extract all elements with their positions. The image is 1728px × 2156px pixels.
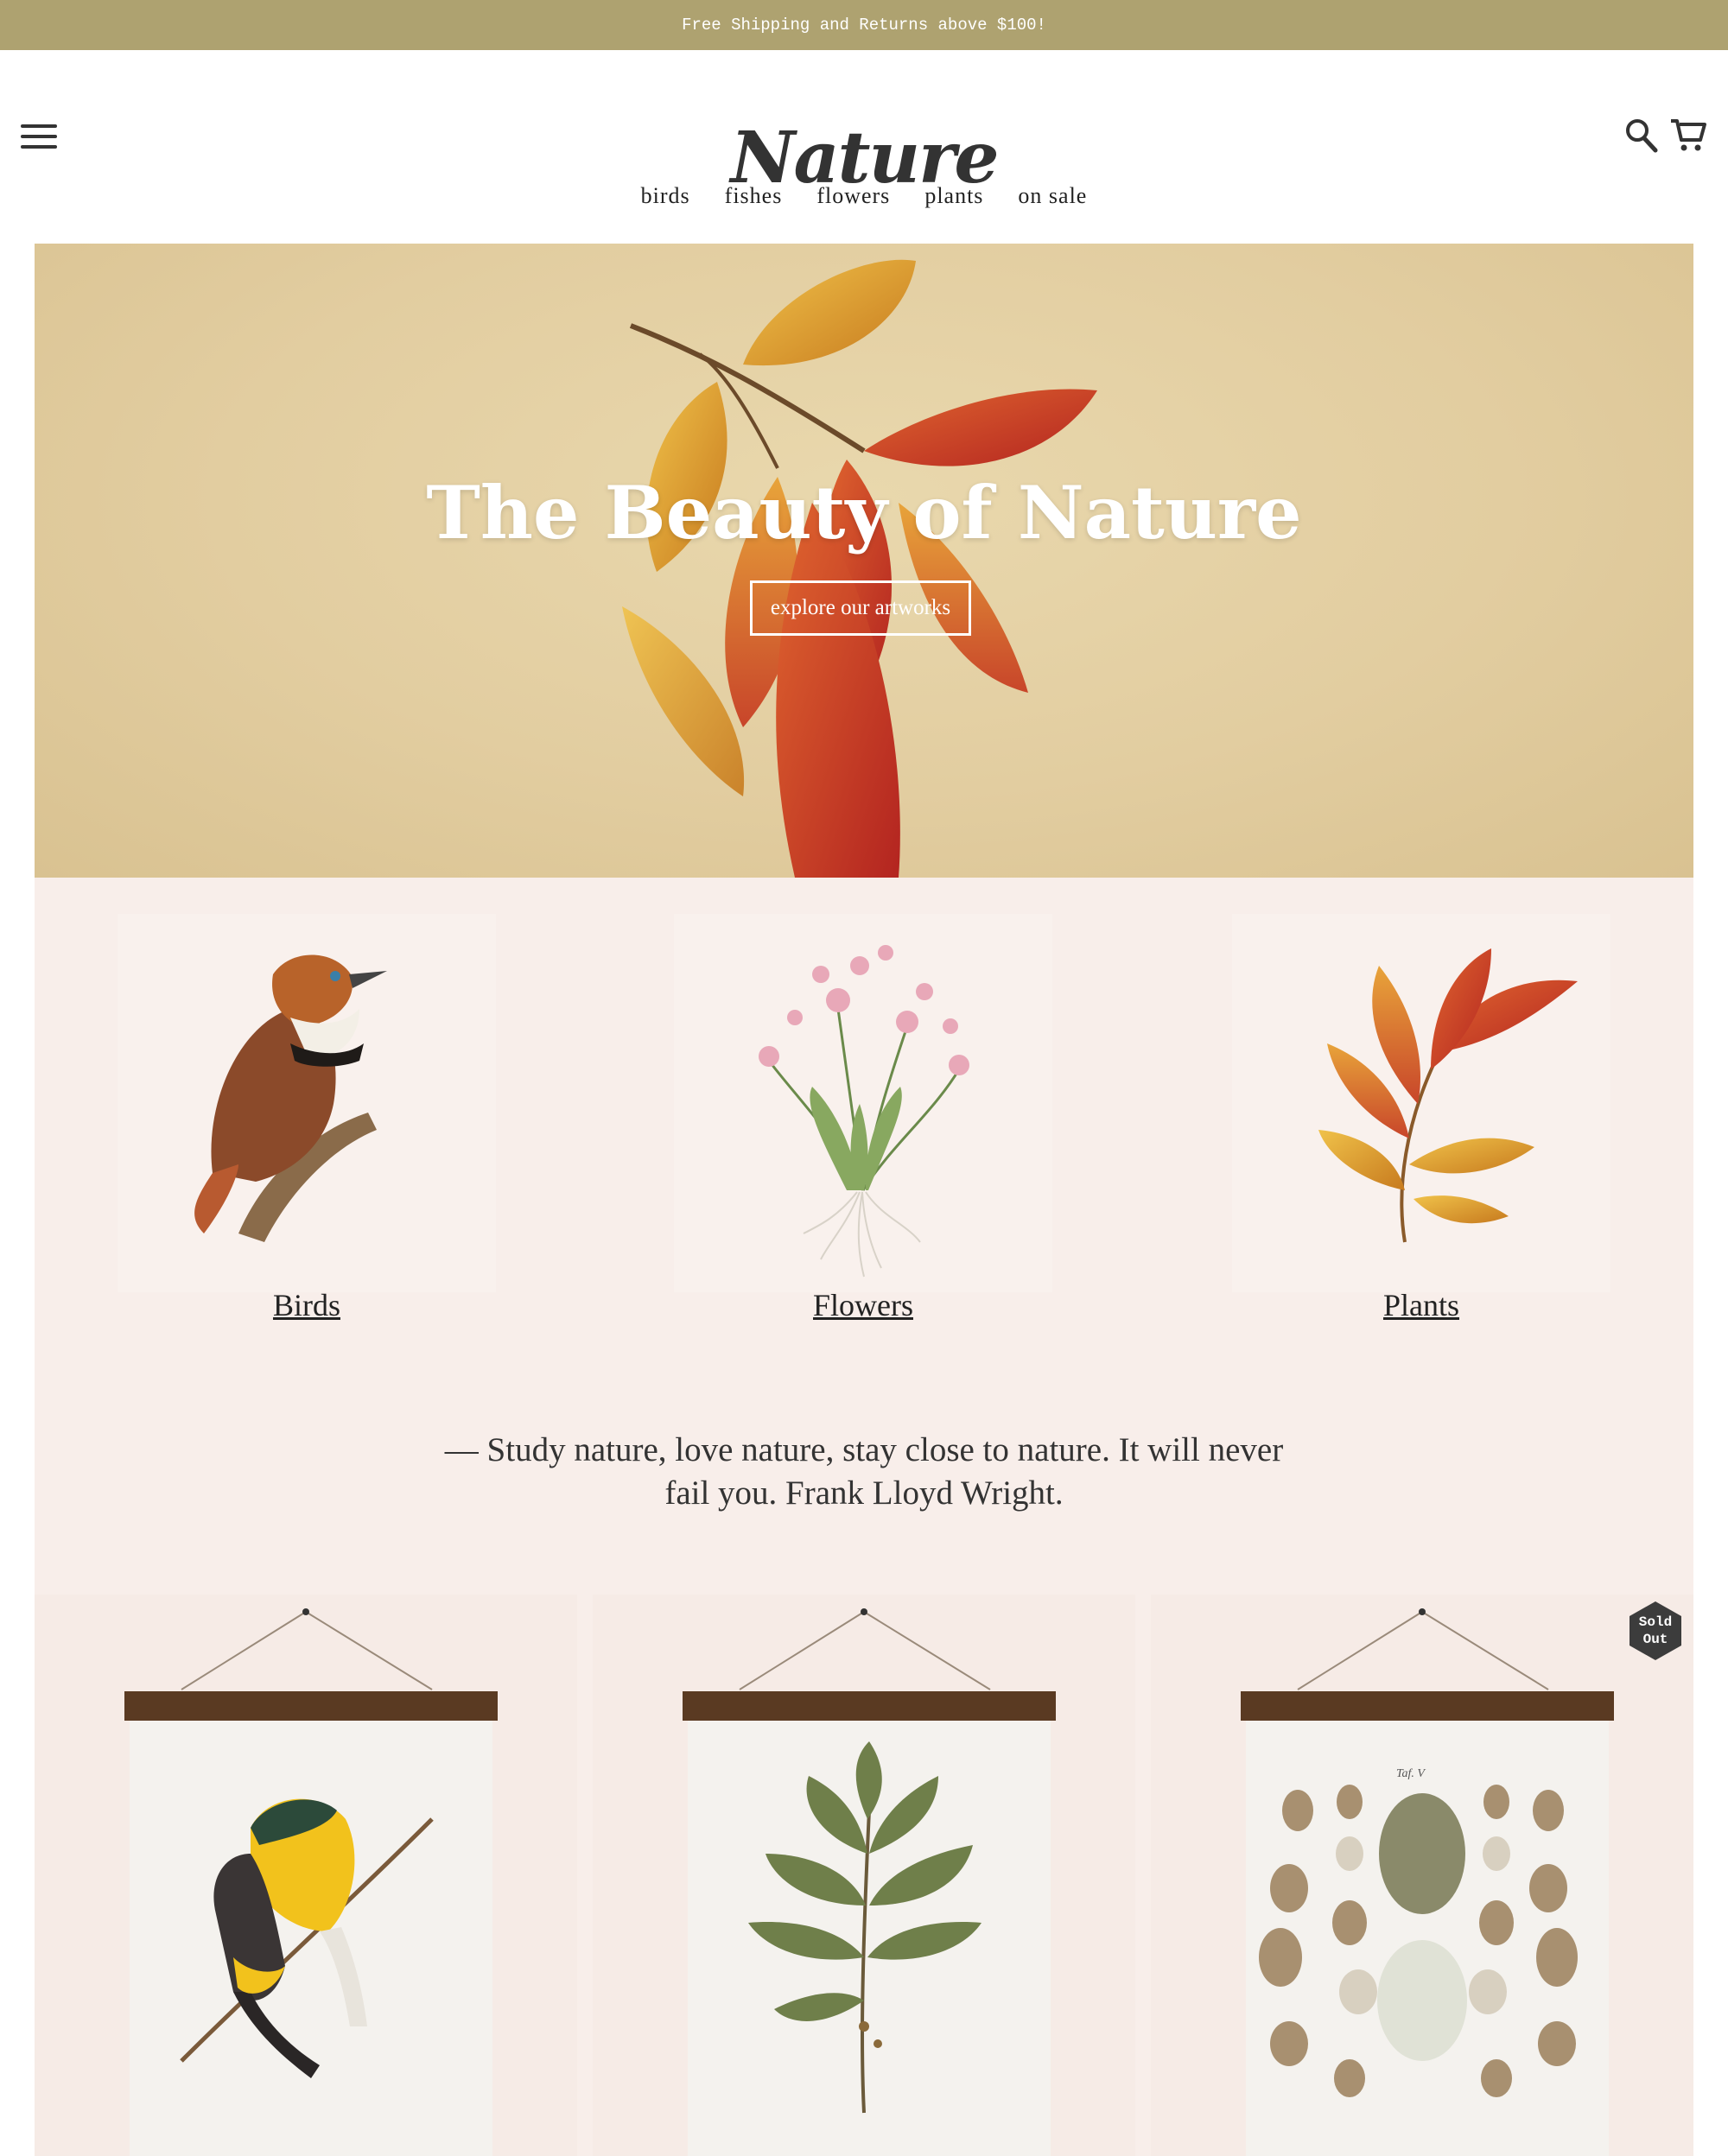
sold-out-badge: Sold Out xyxy=(1628,1600,1683,1662)
site-header: Nature xyxy=(0,50,1728,244)
explore-artworks-button[interactable]: explore our artworks xyxy=(750,580,971,636)
nav-on-sale[interactable]: on sale xyxy=(1018,183,1087,209)
category-flowers-image[interactable] xyxy=(674,914,1052,1292)
announcement-text: Free Shipping and Returns above $100! xyxy=(682,16,1046,35)
nav-fishes[interactable]: fishes xyxy=(725,183,783,209)
product-card-bird-print[interactable] xyxy=(35,1595,577,2156)
category-birds-image[interactable] xyxy=(118,914,496,1292)
eggs-print-plate-label: Taf. V xyxy=(1396,1767,1425,1780)
hero-title: The Beauty of Nature xyxy=(426,470,1302,555)
category-birds-link[interactable]: Birds xyxy=(118,1287,496,1323)
bird-print-image xyxy=(124,1608,498,2156)
content-area: Birds Flowers Plants — Study nature, lov… xyxy=(35,878,1693,2156)
product-card-plant-print[interactable] xyxy=(593,1595,1135,2156)
product-card-eggs-print[interactable]: Taf. V xyxy=(1151,1595,1693,2156)
menu-icon[interactable] xyxy=(21,123,57,150)
category-plants-link[interactable]: Plants xyxy=(1232,1287,1610,1323)
eggs-print-image xyxy=(1241,1608,1614,2156)
search-icon[interactable] xyxy=(1624,117,1659,154)
category-plants-image[interactable] xyxy=(1232,914,1610,1292)
category-flowers-link[interactable]: Flowers xyxy=(674,1287,1052,1323)
flower-illustration xyxy=(759,945,969,1278)
hero-leaf-illustration xyxy=(622,259,1097,878)
main-nav: birds fishes flowers plants on sale xyxy=(0,183,1728,209)
nav-birds[interactable]: birds xyxy=(641,183,690,209)
nav-flowers[interactable]: flowers xyxy=(816,183,890,209)
sold-out-text: Sold Out xyxy=(1638,1614,1673,1647)
plant-print-image xyxy=(683,1608,1056,2156)
bird-illustration xyxy=(194,954,387,1242)
plant-illustration xyxy=(1318,948,1578,1243)
announcement-bar: Free Shipping and Returns above $100! xyxy=(0,0,1728,50)
hero-banner: The Beauty of Nature explore our artwork… xyxy=(35,244,1693,878)
nav-plants[interactable]: plants xyxy=(924,183,983,209)
cart-icon[interactable] xyxy=(1669,116,1707,154)
quote-text: — Study nature, love nature, stay close … xyxy=(444,1431,1284,1512)
